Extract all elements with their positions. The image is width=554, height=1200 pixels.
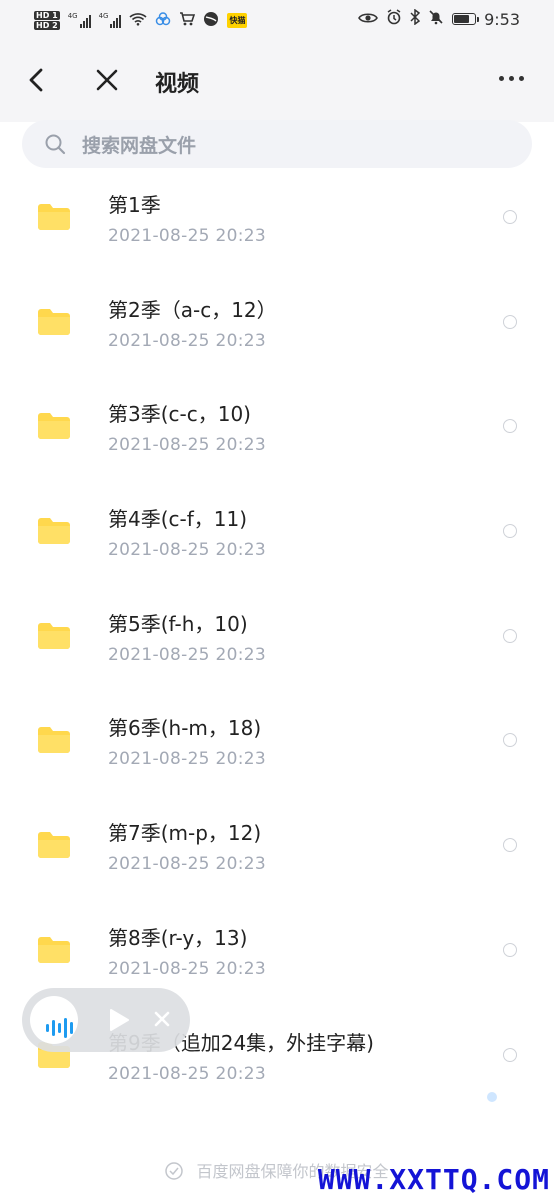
file-name: 第2季（a-c，12） xyxy=(108,297,277,322)
more-dot-icon xyxy=(519,76,524,81)
clock: 9:53 xyxy=(484,9,520,29)
folder-icon xyxy=(38,518,70,545)
folder-icon xyxy=(38,727,70,754)
close-player-icon[interactable] xyxy=(152,1009,172,1029)
file-date: 2021-08-25 20:23 xyxy=(108,958,266,979)
signal-1-label: 4G xyxy=(67,12,78,20)
shopping-cart-icon xyxy=(179,11,196,29)
close-icon xyxy=(96,69,118,91)
file-name: 第3季(c-c，10) xyxy=(108,402,251,427)
file-date: 2021-08-25 20:23 xyxy=(108,330,266,351)
watermark: WWW.XXTTQ.COM xyxy=(317,1163,550,1196)
more-options-button[interactable] xyxy=(499,76,524,81)
play-icon[interactable] xyxy=(108,1008,130,1032)
file-name: 第7季(m-p，12) xyxy=(108,821,262,846)
app-badge: 快猫 xyxy=(227,12,248,28)
search-icon xyxy=(45,134,66,155)
file-date: 2021-08-25 20:23 xyxy=(108,435,266,456)
select-checkbox[interactable] xyxy=(503,1047,517,1062)
close-button[interactable] xyxy=(92,64,122,96)
eye-icon xyxy=(358,10,378,29)
file-date: 2021-08-25 20:23 xyxy=(108,226,266,246)
file-name: 第4季(c-f，11) xyxy=(108,507,248,532)
file-name: 第5季(f-h，10) xyxy=(108,611,248,636)
select-checkbox[interactable] xyxy=(503,524,517,539)
folder-icon xyxy=(38,622,70,649)
file-row[interactable]: 第4季(c-f，11) 2021-08-25 20:23 xyxy=(0,482,554,587)
file-name: 第8季(r-y，13) xyxy=(108,925,248,950)
select-checkbox[interactable] xyxy=(503,210,517,224)
browser-app-icon xyxy=(203,11,219,30)
audio-player-badge[interactable] xyxy=(30,996,78,1044)
folder-icon xyxy=(38,413,70,440)
file-row[interactable]: 第1季 2021-08-25 20:23 xyxy=(0,168,554,273)
folder-icon xyxy=(38,832,70,859)
sound-wave-icon xyxy=(46,1018,73,1038)
hd-badges: HD 1 HD 2 xyxy=(34,10,60,30)
status-bar-left: HD 1 HD 2 4G 4G 快猫 xyxy=(34,6,248,34)
file-date: 2021-08-25 20:23 xyxy=(108,644,266,665)
file-row[interactable]: 第2季（a-c，12） 2021-08-25 20:23 xyxy=(0,273,554,378)
cloud-app-icon xyxy=(155,11,171,29)
top-app-bar: 视频 xyxy=(0,38,554,122)
battery-level xyxy=(454,15,469,23)
file-date: 2021-08-25 20:23 xyxy=(108,540,266,561)
select-checkbox[interactable] xyxy=(503,942,517,957)
file-date: 2021-08-25 20:23 xyxy=(108,749,266,770)
file-list: 第1季 2021-08-25 20:23 第2季（a-c，12） 2021-08-25… xyxy=(0,168,554,1110)
file-date: 2021-08-25 20:23 xyxy=(108,854,266,875)
select-checkbox[interactable] xyxy=(503,419,517,434)
mute-bell-icon xyxy=(428,9,444,29)
alarm-icon xyxy=(386,9,402,29)
folder-icon xyxy=(38,308,70,335)
search-bar[interactable]: 搜索网盘文件 xyxy=(22,120,532,168)
shield-icon xyxy=(165,1162,184,1180)
status-bar-right: 9:53 xyxy=(358,8,520,30)
floating-audio-player[interactable] xyxy=(22,988,190,1052)
signal-1-icon: 4G xyxy=(68,12,91,28)
battery-icon xyxy=(452,13,480,25)
page-title: 视频 xyxy=(155,72,200,97)
file-name: 第1季 xyxy=(108,193,161,217)
chevron-left-icon xyxy=(29,68,43,92)
hd-badge-1: HD 1 xyxy=(34,10,60,20)
file-row[interactable]: 第7季(m-p，12) 2021-08-25 20:23 xyxy=(0,796,554,901)
scroll-indicator-dot xyxy=(487,1092,497,1102)
status-bar: HD 1 HD 2 4G 4G 快猫 9:53 xyxy=(0,0,554,38)
select-checkbox[interactable] xyxy=(503,314,517,329)
select-checkbox[interactable] xyxy=(503,838,517,853)
file-row[interactable]: 第3季(c-c，10) 2021-08-25 20:23 xyxy=(0,377,554,482)
folder-icon xyxy=(38,204,70,230)
more-dot-icon xyxy=(509,76,514,81)
hd-badge-2: HD 2 xyxy=(34,20,60,30)
search-input[interactable]: 搜索网盘文件 xyxy=(82,131,196,158)
more-dot-icon xyxy=(499,76,504,81)
file-row[interactable]: 第5季(f-h，10) 2021-08-25 20:23 xyxy=(0,587,554,692)
file-date: 2021-08-25 20:23 xyxy=(108,1063,266,1084)
signal-2-icon: 4G xyxy=(99,12,122,28)
back-button[interactable] xyxy=(22,64,50,96)
file-row[interactable]: 第6季(h-m，18) 2021-08-25 20:23 xyxy=(0,691,554,796)
select-checkbox[interactable] xyxy=(503,733,517,748)
bluetooth-icon xyxy=(410,8,421,29)
signal-2-label: 4G xyxy=(98,12,109,20)
select-checkbox[interactable] xyxy=(503,628,517,643)
file-name: 第6季(h-m，18) xyxy=(108,716,262,741)
folder-icon xyxy=(38,936,70,963)
wifi-icon xyxy=(129,12,148,29)
